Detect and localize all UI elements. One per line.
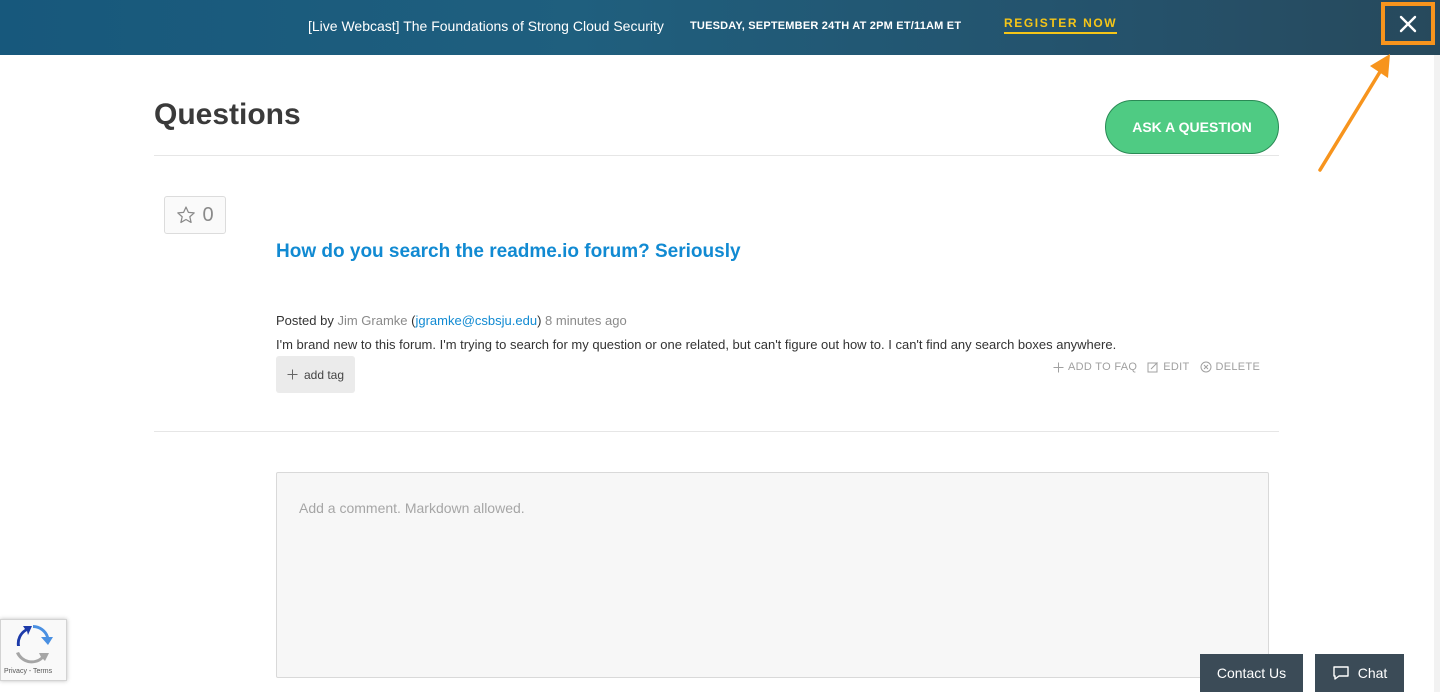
vote-count: 0 xyxy=(202,203,214,226)
page-scrollbar[interactable] xyxy=(1434,55,1440,692)
ask-question-button[interactable]: ASK A QUESTION xyxy=(1105,100,1279,154)
comment-input[interactable] xyxy=(276,472,1269,678)
question-actions: ADD TO FAQ EDIT DELETE xyxy=(1053,361,1260,373)
header-divider xyxy=(154,155,1279,156)
recaptcha-terms[interactable]: Privacy - Terms xyxy=(4,668,52,675)
question-divider xyxy=(154,431,1279,432)
vote-button[interactable]: 0 xyxy=(164,196,226,234)
edit-icon xyxy=(1147,362,1159,373)
edit-label: EDIT xyxy=(1163,361,1190,373)
question-body: I'm brand new to this forum. I'm trying … xyxy=(276,337,1117,352)
add-tag-label: add tag xyxy=(303,367,345,382)
recaptcha-icon xyxy=(16,625,53,664)
announcement-banner: [Live Webcast] The Foundations of Strong… xyxy=(0,0,1440,55)
recaptcha-badge[interactable]: Privacy - Terms xyxy=(0,619,67,681)
close-icon xyxy=(1399,15,1417,32)
banner-date: TUESDAY, SEPTEMBER 24TH AT 2PM ET/11AM E… xyxy=(690,20,962,32)
question-title-link[interactable]: How do you search the readme.io forum? S… xyxy=(276,241,741,263)
add-to-faq-button[interactable]: ADD TO FAQ xyxy=(1053,361,1137,373)
delete-label: DELETE xyxy=(1215,361,1261,373)
register-now-link[interactable]: REGISTER NOW xyxy=(1004,16,1118,34)
author-email-link[interactable]: jgramke@csbsju.edu xyxy=(415,313,537,328)
banner-close-button[interactable] xyxy=(1381,2,1435,45)
email-close-paren: ) xyxy=(537,313,542,328)
add-to-faq-label: ADD TO FAQ xyxy=(1068,361,1138,373)
plus-icon xyxy=(287,369,298,380)
posted-by-label: Posted by xyxy=(276,313,334,328)
plus-icon xyxy=(1053,362,1064,372)
post-time: 8 minutes ago xyxy=(545,313,627,328)
contact-us-button[interactable]: Contact Us xyxy=(1200,654,1303,692)
post-meta: Posted by Jim Gramke (jgramke@csbsju.edu… xyxy=(276,313,627,328)
edit-button[interactable]: EDIT xyxy=(1147,361,1189,373)
banner-title: [Live Webcast] The Foundations of Strong… xyxy=(308,18,664,34)
page-title: Questions xyxy=(154,98,301,131)
star-icon xyxy=(177,206,196,224)
delete-button[interactable]: DELETE xyxy=(1200,361,1261,373)
chat-button[interactable]: Chat xyxy=(1315,654,1404,692)
annotation-arrow-icon xyxy=(1318,54,1390,172)
author-name[interactable]: Jim Gramke xyxy=(337,313,407,328)
chat-label: Chat xyxy=(1357,665,1388,681)
chat-bubble-icon xyxy=(1333,666,1349,680)
delete-icon xyxy=(1200,361,1211,373)
add-tag-button[interactable]: add tag xyxy=(276,356,355,393)
